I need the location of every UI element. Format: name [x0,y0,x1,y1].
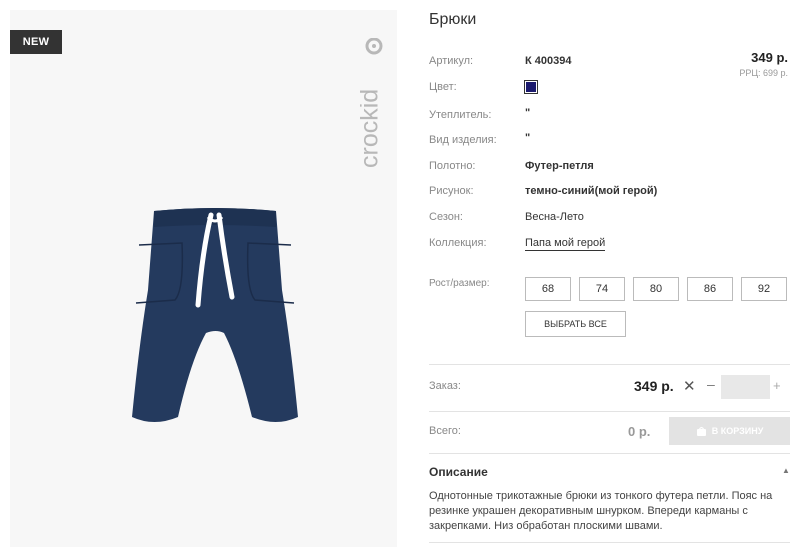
cart-icon [696,426,706,436]
description-text: Однотонные трикотажные брюки из тонкого … [429,490,773,532]
divider [429,411,790,412]
size-option-92[interactable]: 92 [741,277,787,301]
attr-label-type: Вид изделия: [429,134,497,146]
attr-label-collection: Коллекция: [429,237,487,249]
total-label: Всего: [429,425,461,437]
collection-link[interactable]: Папа мой герой [525,237,606,251]
remove-icon[interactable]: ✕ [683,377,696,395]
price: 349 р. [751,50,788,65]
increment-button[interactable]: + [773,378,781,393]
size-option-80[interactable]: 80 [633,277,679,301]
order-price: 349 р. [634,378,674,394]
attr-label-fabric: Полотно: [429,160,476,172]
attr-label-pattern: Рисунок: [429,185,474,197]
decrement-button[interactable]: – [707,376,715,392]
color-swatch[interactable] [524,80,538,94]
select-all-button[interactable]: ВЫБРАТЬ ВСЕ [525,311,626,337]
total-value: 0 р. [628,424,651,439]
size-option-74[interactable]: 74 [579,277,625,301]
attr-value-pattern: темно-синий(мой герой) [525,185,658,197]
divider [429,453,790,454]
product-title: Брюки [429,11,477,28]
color-swatch-fill [526,82,536,92]
collapse-caret-icon[interactable]: ▲ [782,466,790,475]
attr-label-article: Артикул: [429,55,474,67]
divider [429,542,790,543]
sizes-label: Рост/размер: [429,278,490,289]
attr-label-season: Сезон: [429,211,463,223]
attr-value-insulation: " [525,107,531,119]
order-label: Заказ: [429,380,461,392]
attr-label-color: Цвет: [429,81,457,93]
brand-logo: crockid [360,38,384,168]
quantity-input[interactable] [721,375,770,399]
attr-label-insulation: Утеплитель: [429,109,492,121]
divider [429,364,790,365]
size-option-86[interactable]: 86 [687,277,733,301]
attr-value-type: " [525,132,531,144]
brand-logo-text: crockid [360,89,384,168]
size-option-68[interactable]: 68 [525,277,571,301]
attr-value-fabric: Футер-петля [525,160,594,172]
pants-image [132,208,298,422]
attr-value-season: Весна-Лето [525,211,584,223]
new-badge: NEW [10,30,62,54]
description-title[interactable]: Описание [429,465,488,479]
add-to-cart-button[interactable]: В КОРЗИНУ [669,417,790,445]
attr-value-article: К 400394 [525,55,572,67]
rrp-price: РРЦ: 699 р. [739,68,788,78]
add-to-cart-label: В КОРЗИНУ [711,426,764,436]
product-photo[interactable]: NEW crockid [10,10,397,547]
